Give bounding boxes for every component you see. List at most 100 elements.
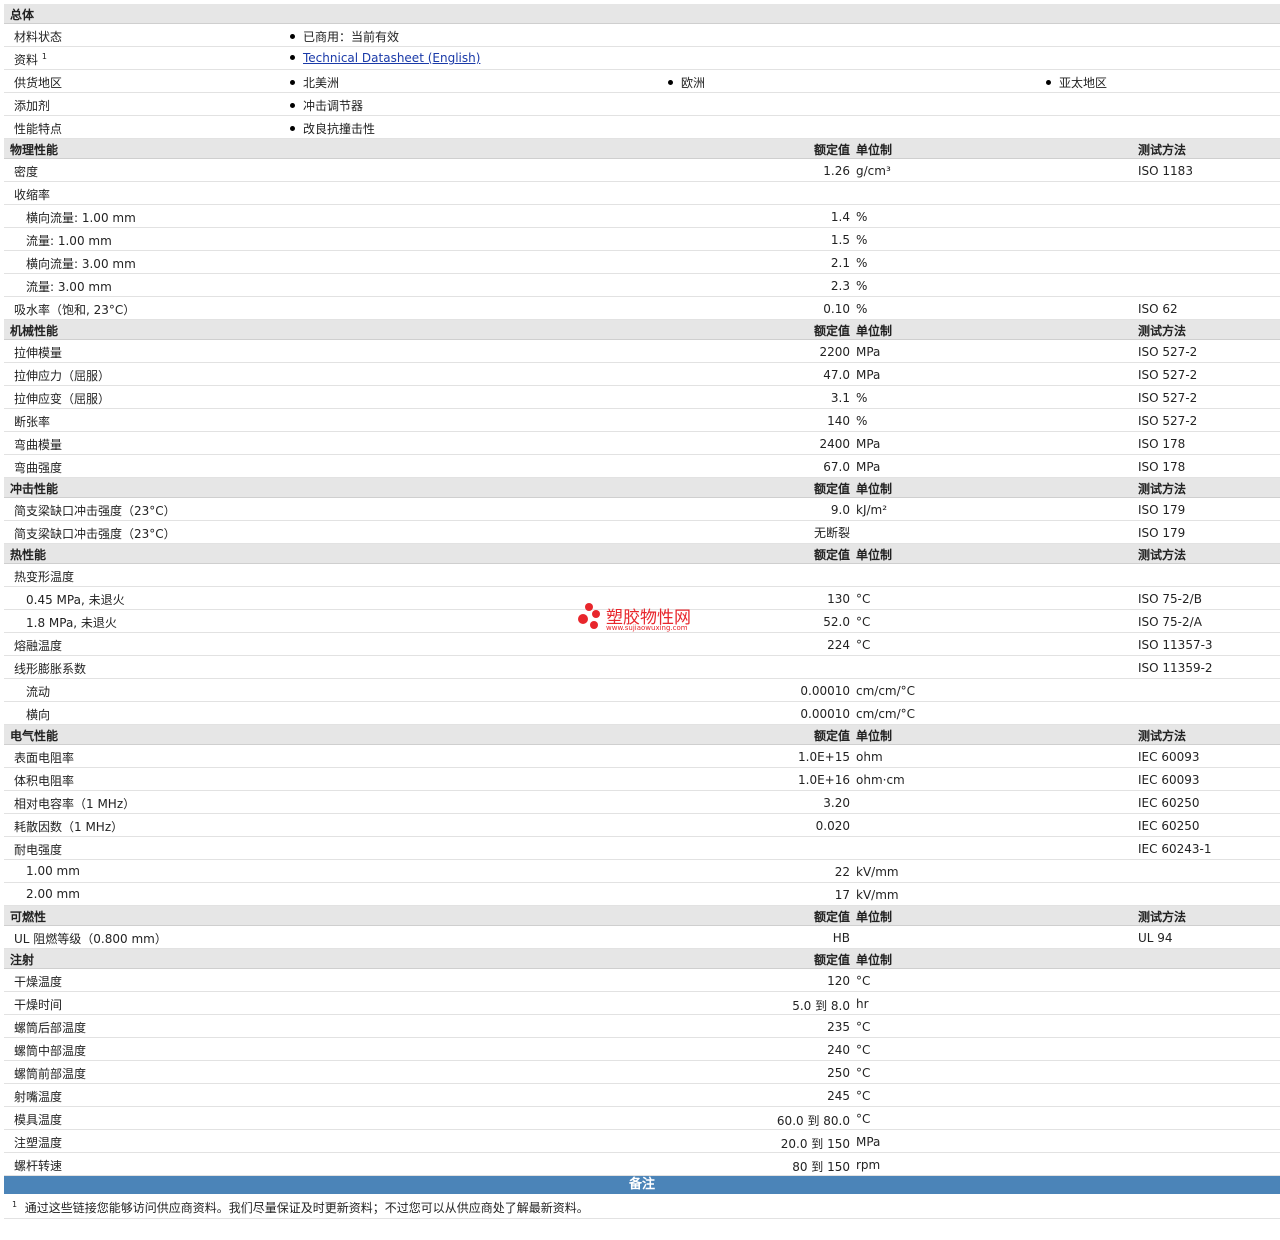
property-row: 吸水率（饱和, 23°C） 0.10% ISO 62 — [4, 297, 1280, 320]
property-row: 断张率 140% ISO 527-2 — [4, 409, 1280, 432]
property-row: 简支梁缺口冲击强度（23°C） 9.0 kJ/m² ISO 179 — [4, 498, 1280, 521]
property-label: 0.45 MPa, 未退火 — [26, 593, 125, 607]
watermark-logo: 塑胶物性网 www.sujiaowuxing.com — [576, 603, 716, 637]
test-method: ISO 75-2/B — [1138, 592, 1202, 606]
property-value: 3.1 — [830, 391, 850, 405]
col-header-test: 测试方法 — [1138, 548, 1187, 562]
watermark-url: www.sujiaowuxing.com — [606, 624, 688, 632]
test-method: UL 94 — [1138, 931, 1173, 945]
property-row: 耐电强度 IEC 60243-1 — [4, 837, 1280, 860]
property-value: 2400 — [819, 437, 850, 451]
property-label: 弯曲模量 — [14, 438, 63, 452]
property-value: 1.5 — [830, 233, 850, 247]
property-value: 0.00010 — [800, 707, 850, 721]
property-row: 螺筒后部温度 235 °C — [4, 1015, 1280, 1038]
property-label: 2.00 mm — [26, 887, 80, 901]
logo-dots-icon — [576, 603, 602, 633]
bullet-item: 北美洲 — [290, 74, 339, 91]
property-label: 注塑温度 — [14, 1136, 63, 1150]
property-row: 横向流量: 1.00 mm 1.4% — [4, 205, 1280, 228]
property-unit: % — [856, 210, 868, 224]
property-label: 流量: 1.00 mm — [26, 234, 112, 248]
property-unit: cm/cm/°C — [856, 707, 916, 721]
bullet-item: 已商用：当前有效 — [290, 28, 399, 45]
test-method: ISO 527-2 — [1138, 345, 1198, 359]
property-value: 224 — [827, 638, 850, 652]
bullet-item: 冲击调节器 — [290, 97, 363, 114]
section-header-general: 总体 — [4, 4, 1280, 24]
section-header-impact: 冲击性能 额定值 单位制 测试方法 — [4, 478, 1280, 498]
section-title: 总体 — [10, 8, 35, 22]
col-header-value: 额定值 — [813, 548, 850, 562]
note-row: 1 通过这些链接您能够访问供应商资料。我们尽量保证及时更新资料；不过您可以从供应… — [4, 1194, 1280, 1219]
property-value: 1.26 — [823, 164, 850, 178]
property-row: 相对电容率（1 MHz） 3.20 IEC 60250 — [4, 791, 1280, 814]
property-row: 密度 1.26 g/cm³ ISO 1183 — [4, 159, 1280, 182]
col-header-unit: 单位制 — [856, 953, 893, 967]
notes-header: 备注 — [4, 1176, 1280, 1194]
property-row: 横向 0.00010 cm/cm/°C — [4, 702, 1280, 725]
property-value: 80 到 150 — [792, 1160, 850, 1174]
test-method: ISO 178 — [1138, 437, 1186, 451]
property-value: HB — [832, 931, 850, 945]
col-header-test: 测试方法 — [1138, 729, 1187, 743]
property-unit: °C — [856, 638, 871, 652]
property-row: 螺筒前部温度 250 °C — [4, 1061, 1280, 1084]
general-row-features: 性能特点 改良抗撞击性 — [4, 116, 1280, 139]
technical-datasheet-link[interactable]: Technical Datasheet (English) — [303, 51, 480, 65]
property-value: 2200 — [819, 345, 850, 359]
property-label: 横向流量: 3.00 mm — [26, 257, 136, 271]
bullet-icon — [290, 55, 295, 60]
property-label: 吸水率（饱和, 23°C） — [14, 303, 136, 317]
section-title: 电气性能 — [10, 729, 59, 743]
property-row: 收缩率 — [4, 182, 1280, 205]
property-unit: °C — [856, 1020, 871, 1034]
property-value: 9.0 — [830, 503, 850, 517]
general-row-documents: 资料 1 Technical Datasheet (English) — [4, 47, 1280, 70]
property-row: 热变形温度 — [4, 564, 1280, 587]
col-header-value: 额定值 — [813, 482, 850, 496]
col-header-value: 额定值 — [813, 143, 850, 157]
property-row: 2.00 mm 17 kV/mm — [4, 883, 1280, 906]
property-unit: kV/mm — [856, 888, 899, 902]
property-unit: °C — [856, 1066, 871, 1080]
property-value: 5.0 到 8.0 — [792, 999, 850, 1013]
property-value: 3.20 — [823, 796, 850, 810]
property-unit: cm/cm/°C — [856, 684, 916, 698]
property-unit: °C — [856, 974, 871, 988]
property-row: 耗散因数（1 MHz） 0.020 IEC 60250 — [4, 814, 1280, 837]
col-header-test: 测试方法 — [1138, 910, 1187, 924]
property-label: 表面电阻率 — [14, 751, 75, 765]
property-unit: % — [856, 414, 868, 428]
property-value: 67.0 — [823, 460, 850, 474]
row-label: 性能特点 — [14, 122, 63, 136]
row-label: 供货地区 — [14, 76, 63, 90]
property-label: 相对电容率（1 MHz） — [14, 797, 136, 811]
property-value: 250 — [827, 1066, 850, 1080]
property-row: 注塑温度 20.0 到 150 MPa — [4, 1130, 1280, 1153]
test-method: ISO 62 — [1138, 302, 1178, 316]
bullet-item: 欧洲 — [668, 74, 705, 91]
property-unit: °C — [856, 615, 871, 629]
note-text: 1 通过这些链接您能够访问供应商资料。我们尽量保证及时更新资料；不过您可以从供应… — [12, 1200, 589, 1215]
col-header-value: 额定值 — [813, 953, 850, 967]
bullet-icon — [1046, 80, 1051, 85]
general-row-regions: 供货地区 北美洲 欧洲 亚太地区 — [4, 70, 1280, 93]
property-row: UL 阻燃等级（0.800 mm） HB UL 94 — [4, 926, 1280, 949]
property-value: 52.0 — [823, 615, 850, 629]
test-method: IEC 60250 — [1138, 796, 1200, 810]
bullet-item: 改良抗撞击性 — [290, 120, 375, 137]
col-header-test: 测试方法 — [1138, 324, 1187, 338]
col-header-test: 测试方法 — [1138, 482, 1187, 496]
test-method: ISO 179 — [1138, 526, 1186, 540]
property-label: 干燥时间 — [14, 998, 63, 1012]
property-unit: °C — [856, 1089, 871, 1103]
property-value: 无断裂 — [813, 526, 850, 540]
bullet-icon — [290, 34, 295, 39]
test-method: ISO 178 — [1138, 460, 1186, 474]
property-label: 1.8 MPa, 未退火 — [26, 616, 117, 630]
section-header-thermal: 热性能 额定值 单位制 测试方法 — [4, 544, 1280, 564]
property-unit: % — [856, 391, 868, 405]
test-method: ISO 75-2/A — [1138, 615, 1202, 629]
col-header-test: 测试方法 — [1138, 143, 1187, 157]
